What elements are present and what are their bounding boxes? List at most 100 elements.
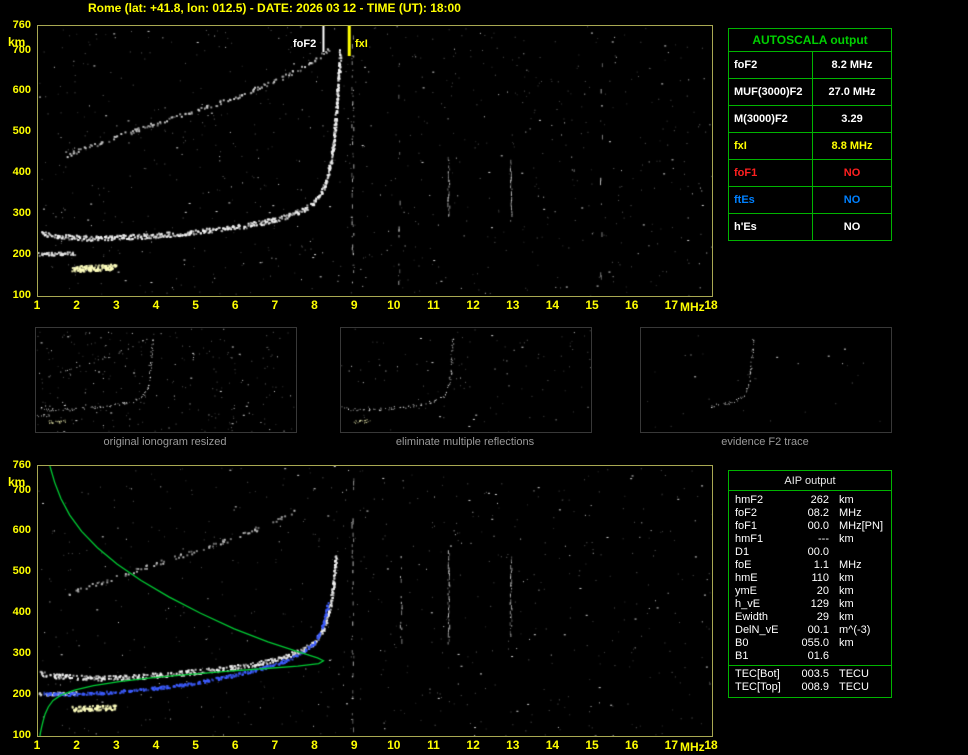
- y-tick-label: 300: [12, 207, 31, 220]
- autoscala-param-label: ftEs: [729, 187, 813, 213]
- aip-param-value: 003.5: [801, 668, 829, 680]
- fxi-marker-label: fxI: [355, 38, 368, 50]
- x-tick-label: 12: [466, 298, 480, 312]
- aip-param-label: foF1: [735, 520, 758, 532]
- main-ionogram-canvas: [38, 26, 712, 296]
- y-tick-label: 200: [12, 248, 31, 261]
- y-tick-label: 760: [12, 19, 31, 31]
- aip-param-label: foE: [735, 559, 752, 571]
- autoscala-row: foF2 8.2 MHz: [729, 52, 891, 79]
- aip-row: B0 055.0 km: [729, 637, 891, 650]
- aip-row: hmF2 262 km: [729, 494, 891, 507]
- aip-param-value: 29: [816, 611, 829, 623]
- autoscala-param-value: 8.8 MHz: [831, 140, 873, 152]
- aip-param-unit: MHz: [839, 559, 862, 571]
- aip-param-value: 08.2: [807, 507, 829, 519]
- x-tick-label: 6: [231, 738, 239, 752]
- autoscala-output-table: AUTOSCALA output foF2 8.2 MHz MUF(3000)F2 2…: [728, 28, 892, 241]
- aip-row: hmF1 --- km: [729, 533, 891, 546]
- aip-row: foE 1.1 MHz: [729, 559, 891, 572]
- thumbnail-f2-trace-canvas: [641, 328, 891, 432]
- fof2-marker-label: foF2: [293, 38, 317, 50]
- x-tick-label: 6: [231, 298, 239, 312]
- aip-row: D1 00.0: [729, 546, 891, 559]
- station-header: Rome (lat: +41.8, lon: 012.5) - DATE: 20…: [88, 1, 461, 15]
- aip-param-unit: km: [839, 637, 854, 649]
- autoscala-param-value: NO: [843, 167, 861, 179]
- x-tick-label: 15: [585, 738, 599, 752]
- autoscala-param-label: foF1: [729, 160, 813, 186]
- x-tick-label: 2: [73, 298, 80, 312]
- x-tick-label: 18: [704, 738, 718, 752]
- thumbnail-caption-filtered: eliminate multiple reflections: [395, 436, 535, 448]
- x-tick-label: 11: [427, 738, 440, 752]
- x-tick-label: 9: [350, 738, 358, 752]
- x-tick-label: 8: [311, 298, 318, 312]
- aip-param-unit: TECU: [839, 668, 869, 680]
- x-tick-label: 10: [387, 298, 401, 312]
- aip-param-label: hmF2: [735, 494, 764, 506]
- aip-param-label: Ewidth: [735, 611, 769, 623]
- x-tick-label: 18: [704, 298, 718, 312]
- aip-param-unit: km: [839, 585, 854, 597]
- aip-row: hmE 110 km: [729, 572, 891, 585]
- aip-param-value: 262: [810, 494, 829, 506]
- aip-param-value: 00.0: [807, 520, 829, 532]
- autoscala-window: Rome (lat: +41.8, lon: 012.5) - DATE: 20…: [0, 0, 968, 755]
- y-tick-label: 760: [12, 459, 31, 471]
- aip-row: TEC[Top] 008.9 TECU: [729, 681, 891, 694]
- aip-param-label: B0: [735, 637, 749, 649]
- autoscala-row: M(3000)F2 3.29: [729, 106, 891, 133]
- x-tick-label: 4: [152, 298, 160, 312]
- x-tick-label: 16: [625, 738, 639, 752]
- x-tick-label: 10: [387, 738, 401, 752]
- thumbnail-caption-f2-trace: evidence F2 trace: [721, 436, 809, 448]
- aip-param-value: 01.6: [807, 650, 829, 662]
- aip-row: TEC[Bot] 003.5 TECU: [729, 668, 891, 681]
- main-ionogram-plot: [37, 25, 713, 297]
- y-tick-label: 600: [12, 524, 31, 537]
- aip-param-unit: km: [839, 611, 854, 623]
- y-tick-label: 400: [12, 606, 31, 619]
- aip-output-table: AIP output hmF2 262 km foF2 08.2 MHz foF1 00.0 M…: [728, 470, 892, 698]
- autoscala-param-label: h'Es: [729, 214, 813, 240]
- y-tick-label: 500: [12, 125, 31, 138]
- aip-param-label: TEC[Top]: [735, 681, 781, 693]
- aip-param-label: ymE: [735, 585, 757, 597]
- aip-row: h_vE 129 km: [729, 598, 891, 611]
- aip-table-body: hmF2 262 km foF2 08.2 MHz foF1 00.0 MHz [PN] hmF1-…: [729, 491, 891, 665]
- x-tick-label: 7: [271, 738, 279, 752]
- aip-param-unit: [829, 650, 839, 663]
- aip-row: foF2 08.2 MHz: [729, 507, 891, 520]
- profile-ionogram-canvas: [38, 466, 712, 736]
- x-tick-label: 12: [466, 738, 480, 752]
- autoscala-row: ftEs NO: [729, 187, 891, 214]
- aip-table-title: AIP output: [729, 471, 891, 491]
- y-tick-label: 700: [12, 43, 31, 56]
- aip-param-value: 008.9: [801, 681, 829, 693]
- x-tick-label: 5: [192, 738, 199, 752]
- autoscala-table-body: foF2 8.2 MHz MUF(3000)F2 27.0 MHz M(3000)F2 3…: [729, 52, 891, 240]
- autoscala-param-label: M(3000)F2: [729, 106, 813, 132]
- autoscala-param-label: foF2: [729, 52, 813, 78]
- aip-param-value: 055.0: [801, 637, 829, 649]
- x-tick-label: 3: [112, 298, 120, 312]
- aip-param-label: B1: [735, 650, 749, 662]
- y-tick-label: 100: [12, 729, 31, 741]
- y-tick-label: 400: [12, 166, 31, 179]
- autoscala-row: fxI 8.8 MHz: [729, 133, 891, 160]
- aip-param-unit: TECU: [839, 681, 869, 693]
- x-tick-label: 15: [585, 298, 599, 312]
- aip-param-value: 20: [816, 585, 829, 597]
- aip-param-value: 00.0: [807, 546, 829, 558]
- autoscala-param-value: 27.0 MHz: [828, 86, 876, 98]
- autoscala-param-value: NO: [843, 221, 861, 233]
- aip-param-label: D1: [735, 546, 750, 558]
- x-tick-label: 11: [427, 298, 440, 312]
- x-tick-label: 16: [625, 298, 639, 312]
- x-tick-label: 7: [271, 298, 279, 312]
- autoscala-param-value: 8.2 MHz: [831, 59, 873, 71]
- autoscala-param-value: NO: [843, 194, 861, 206]
- aip-param-value: 110: [811, 572, 829, 584]
- y-tick-label: 500: [12, 565, 31, 578]
